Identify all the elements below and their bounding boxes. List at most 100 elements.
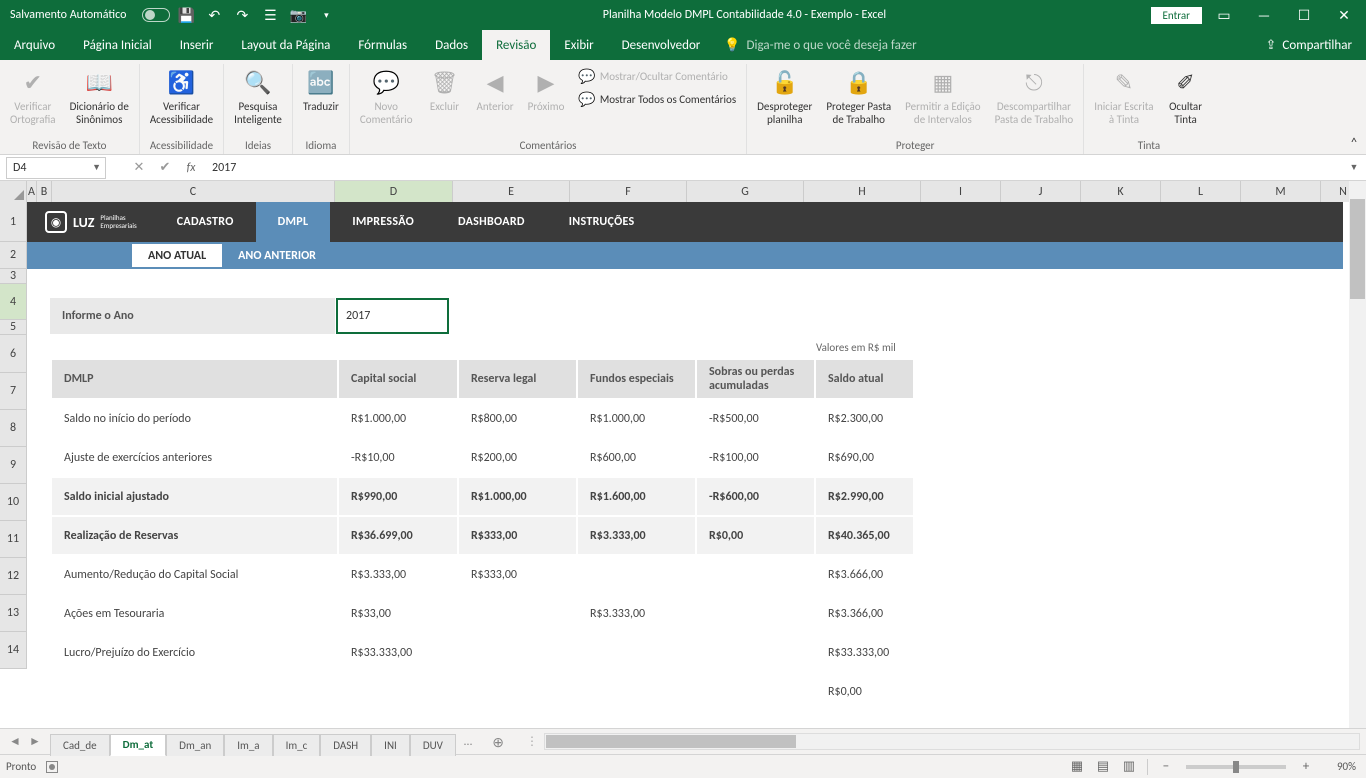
menu-arquivo[interactable]: Arquivo [0, 30, 69, 60]
col-header-A[interactable]: A [27, 181, 37, 202]
table-cell[interactable]: R$3.666,00 [816, 556, 913, 593]
sheet-tab-dm_at[interactable]: Dm_at [110, 734, 167, 756]
col-header-D[interactable]: D [335, 181, 453, 202]
minimize-icon[interactable]: — [1246, 1, 1282, 29]
row-header-2[interactable]: 2 [0, 242, 27, 269]
hide-ink-button[interactable]: ✐Ocultar Tinta [1162, 64, 1210, 128]
table-cell[interactable] [697, 634, 814, 671]
nav-dmpl[interactable]: DMPL [256, 202, 331, 242]
touch-mode-icon[interactable]: ☰ [258, 3, 282, 27]
sheet-prev-icon[interactable]: ◄ [6, 733, 24, 751]
scroll-thumb[interactable] [1350, 199, 1365, 299]
table-cell[interactable]: -R$600,00 [697, 478, 814, 515]
table-cell[interactable]: R$690,00 [816, 439, 913, 476]
table-cell[interactable]: Lucro/Prejuízo do Exercício [52, 634, 337, 671]
subtab-ano-atual[interactable]: ANO ATUAL [132, 244, 222, 267]
table-cell[interactable]: R$40.365,00 [816, 517, 913, 554]
table-cell[interactable]: -R$10,00 [339, 439, 457, 476]
unprotect-sheet-button[interactable]: 🔓Desproteger planilha [751, 64, 818, 128]
qat-dropdown-icon[interactable]: ▾ [314, 3, 338, 27]
table-cell[interactable]: -R$100,00 [697, 439, 814, 476]
col-header-K[interactable]: K [1081, 181, 1161, 202]
row-header-8[interactable]: 8 [0, 410, 27, 447]
select-all[interactable] [0, 181, 27, 202]
table-cell[interactable] [578, 673, 695, 710]
table-cell[interactable]: R$1.000,00 [459, 478, 576, 515]
close-icon[interactable]: ✕ [1326, 1, 1362, 29]
formula-expand-icon[interactable]: ▼ [1342, 162, 1366, 173]
vertical-scrollbar[interactable] [1349, 181, 1366, 728]
table-cell[interactable] [459, 634, 576, 671]
sheet-more-icon[interactable]: … [456, 735, 480, 749]
sheet-tab-im_a[interactable]: Im_a [224, 734, 272, 756]
menu-página-inicial[interactable]: Página Inicial [69, 30, 166, 60]
table-cell[interactable] [459, 595, 576, 632]
row-header-13[interactable]: 13 [0, 595, 27, 632]
add-sheet-icon[interactable]: ⊕ [480, 731, 516, 753]
show-all-comments-button[interactable]: 💬Mostrar Todos os Comentários [572, 89, 742, 110]
thesaurus-button[interactable]: 📖Dicionário de Sinônimos [64, 64, 135, 128]
table-cell[interactable]: R$990,00 [339, 478, 457, 515]
table-cell[interactable]: R$1.600,00 [578, 478, 695, 515]
camera-icon[interactable]: 📷 [286, 3, 310, 27]
page-layout-view-icon[interactable]: ▤ [1091, 757, 1115, 777]
sheet-next-icon[interactable]: ► [26, 733, 44, 751]
start-ink-button[interactable]: ✎Iniciar Escrita à Tinta [1088, 64, 1159, 128]
new-comment-button[interactable]: 💬Novo Comentário [354, 64, 419, 128]
nav-instruções[interactable]: INSTRUÇÕES [547, 202, 657, 242]
horizontal-scrollbar[interactable] [544, 733, 1360, 750]
fx-icon[interactable]: fx [178, 157, 204, 179]
col-header-E[interactable]: E [453, 181, 570, 202]
share-button[interactable]: ⇪ Compartilhar [1252, 38, 1366, 53]
sheet-content[interactable]: ◉ LUZ Planilhas Empresariais CADASTRODMP… [27, 202, 1366, 728]
table-cell[interactable]: Saldo no início do período [52, 400, 337, 437]
row-header-12[interactable]: 12 [0, 558, 27, 595]
col-header-L[interactable]: L [1161, 181, 1241, 202]
zoom-in-icon[interactable]: + [1294, 757, 1318, 777]
autosave-toggle[interactable] [142, 8, 170, 22]
save-icon[interactable]: 💾 [174, 3, 198, 27]
table-cell[interactable]: R$33.333,00 [339, 634, 457, 671]
cancel-icon[interactable]: ✕ [126, 157, 152, 179]
formula-input[interactable]: 2017 [204, 161, 1342, 175]
allow-edit-ranges-button[interactable]: ▦Permitir a Edição de Intervalos [899, 64, 986, 128]
show-hide-comment-button[interactable]: 💬Mostrar/Ocultar Comentário [572, 66, 742, 87]
split-handle-icon[interactable]: ⋮ [526, 734, 538, 749]
table-cell[interactable]: R$0,00 [697, 517, 814, 554]
row-header-3[interactable]: 3 [0, 269, 27, 284]
table-cell[interactable]: Aumento/Redução do Capital Social [52, 556, 337, 593]
name-dropdown-icon[interactable]: ▼ [92, 162, 101, 173]
prev-comment-button[interactable]: ◀Anterior [471, 64, 520, 115]
table-cell[interactable]: R$600,00 [578, 439, 695, 476]
table-cell[interactable] [339, 673, 457, 710]
scroll-thumb[interactable] [546, 735, 796, 748]
nav-cadastro[interactable]: CADASTRO [155, 202, 256, 242]
sheet-tab-dash[interactable]: DASH [320, 734, 371, 756]
menu-revisão[interactable]: Revisão [482, 30, 550, 60]
sheet-tab-duv[interactable]: DUV [410, 734, 456, 756]
maximize-icon[interactable]: ☐ [1286, 1, 1322, 29]
table-cell[interactable]: R$3.333,00 [578, 595, 695, 632]
row-header-5[interactable]: 5 [0, 320, 27, 335]
menu-fórmulas[interactable]: Fórmulas [344, 30, 421, 60]
table-cell[interactable]: R$2.990,00 [816, 478, 913, 515]
table-cell[interactable]: R$33.333,00 [816, 634, 913, 671]
col-header-M[interactable]: M [1241, 181, 1321, 202]
menu-dados[interactable]: Dados [421, 30, 482, 60]
sheet-tab-im_c[interactable]: Im_c [273, 734, 321, 756]
table-cell[interactable] [52, 673, 337, 710]
table-cell[interactable] [697, 673, 814, 710]
accessibility-button[interactable]: ♿Verificar Acessibilidade [144, 64, 219, 128]
menu-layout-da-página[interactable]: Layout da Página [227, 30, 344, 60]
table-cell[interactable]: R$333,00 [459, 556, 576, 593]
table-cell[interactable]: R$33,00 [339, 595, 457, 632]
nav-dashboard[interactable]: DASHBOARD [436, 202, 547, 242]
normal-view-icon[interactable]: ▦ [1065, 757, 1089, 777]
table-cell[interactable]: R$2.300,00 [816, 400, 913, 437]
table-cell[interactable] [578, 556, 695, 593]
table-cell[interactable]: Saldo inicial ajustado [52, 478, 337, 515]
row-header-7[interactable]: 7 [0, 373, 27, 410]
col-header-I[interactable]: I [921, 181, 1001, 202]
next-comment-button[interactable]: ▶Próximo [522, 64, 571, 115]
row-header-4[interactable]: 4 [0, 284, 27, 320]
